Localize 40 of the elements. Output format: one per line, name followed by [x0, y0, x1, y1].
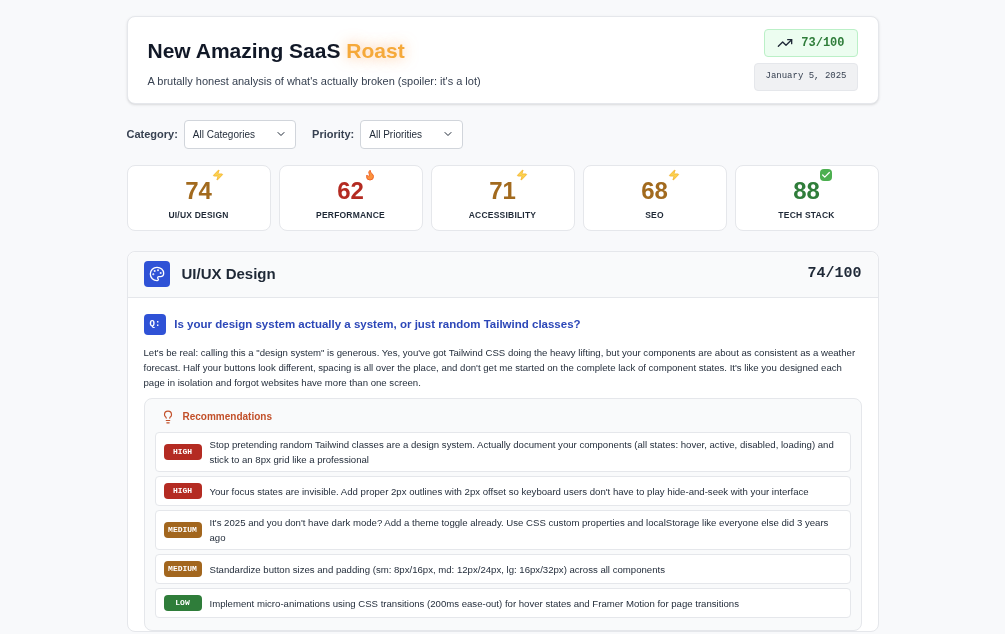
lightning-icon: [211, 169, 224, 182]
score-label: PERFORMANCE: [316, 209, 385, 222]
score-label: ACCESSIBILITY: [468, 209, 537, 222]
priority-badge: MEDIUM: [163, 561, 202, 577]
score-value: 74: [185, 177, 212, 205]
question-badge: Q:: [143, 313, 167, 335]
score-value: 71: [489, 177, 516, 205]
subtitle: A brutally honest analysis of what's actually broken (spoiler: it's a lot): [147, 74, 481, 89]
score-label: SEO: [645, 209, 664, 222]
filter-label: Category:: [126, 126, 178, 142]
question-text: Is your design system actually a system, or just random Tailwind classes?: [174, 316, 581, 332]
lightning-icon: [515, 169, 528, 182]
score-value: 88: [793, 177, 820, 205]
score-label: UI/UX DESIGN: [168, 209, 229, 222]
recommendation-text: Stop pretending random Tailwind classes are a design system. Actually document your components (all states: hover, active, disabled, loading) and stick to an 8px grid like a professional: [209, 438, 835, 467]
priority-badge: LOW: [163, 595, 202, 611]
lightning-icon: [667, 169, 680, 182]
filter-dropdown[interactable]: All Priorities: [360, 119, 464, 149]
recommendation-text: Standardize button sizes and padding (sm: 8px/16px, md: 12px/24px, lg: 16px/32px) across all components: [209, 562, 665, 577]
score-value: 62: [337, 177, 364, 205]
recommendation-text: It's 2025 and you don't have dark mode? Add a theme toggle already. Use CSS custom properties and localStorage like everyone else did 3 years ago: [209, 516, 830, 545]
check-icon: [819, 169, 832, 182]
panel-score: 74/100: [807, 263, 862, 284]
panel-title: UI/UX Design: [181, 263, 276, 284]
date-badge: January 5, 2025: [754, 63, 858, 91]
answer-text: Let's be real: calling this a "design system" is generous. Yes, you've got Tailwind CSS doing the heavy lifting, but your components are about as consistent as a weather forecast. Half your buttons look different, spacing is all over the place, and don't get me started on the complete lack of component states. It's like you designed each page in isolation and forgot websites have more than one screen.: [143, 346, 857, 390]
priority-badge: HIGH: [163, 444, 202, 460]
priority-badge: HIGH: [163, 483, 202, 499]
recommendation-text: Your focus states are invisible. Add proper 2px outlines with 2px offset so keyboard users don't have to play hide-and-seek with your interface: [209, 484, 809, 499]
recommendation-text: Implement micro-animations using CSS transitions (200ms ease-out) for hover states and Framer Motion for page transitions: [209, 596, 739, 611]
filter-label: Priority:: [312, 126, 355, 142]
overall-score-badge: 73/100: [764, 29, 858, 57]
priority-badge: MEDIUM: [163, 522, 202, 538]
score-value: 68: [641, 177, 668, 205]
page-title: New Amazing SaaS Roast: [147, 38, 406, 64]
flame-icon: [363, 169, 376, 182]
score-label: TECH STACK: [778, 209, 835, 222]
palette-icon: [143, 261, 170, 287]
recommendations-title: Recommendations: [182, 410, 272, 424]
filter-dropdown[interactable]: All Categories: [183, 119, 297, 149]
